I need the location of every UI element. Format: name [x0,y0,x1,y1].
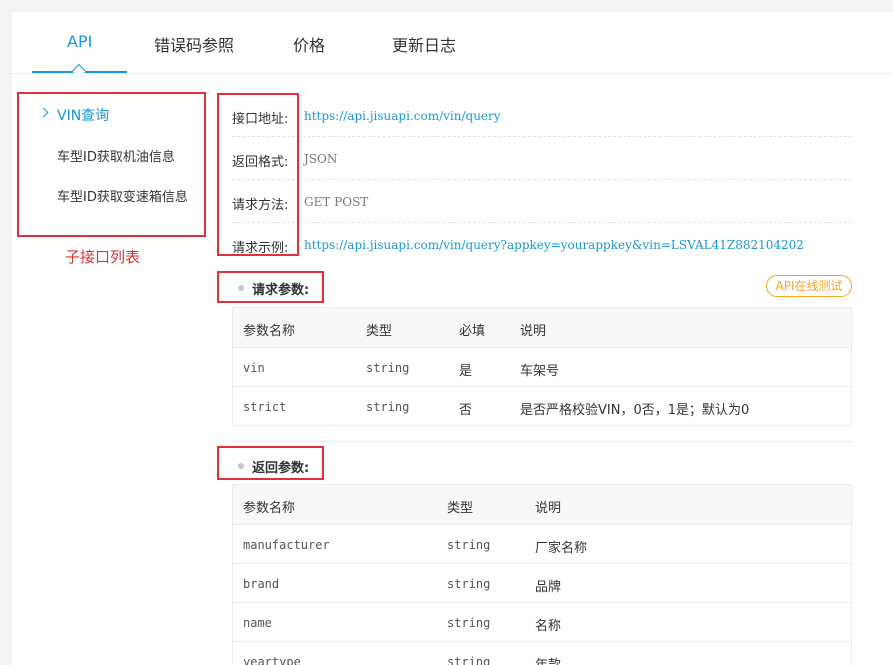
param-type: string [447,538,491,552]
api-online-test-button[interactable]: API在线测试 [766,275,852,297]
format-value: JSON [304,152,338,166]
param-type: string [447,616,491,630]
header-cell: 参数名称 [243,324,296,339]
header-cell: 必填 [459,324,486,339]
param-type: string [366,361,410,375]
tab-pricing[interactable]: 价格 [293,32,325,56]
param-name: brand [243,577,280,591]
param-type: string [366,400,410,414]
table-row: yeartype string 年款 [233,641,851,665]
param-name: strict [243,400,287,414]
response-params-annotation-box [217,446,324,480]
table-row: manufacturer string 厂家名称 [233,524,851,563]
divider [232,136,852,137]
param-type: string [447,577,491,591]
param-required: 是 [459,364,473,379]
tab-changelog[interactable]: 更新日志 [392,32,456,56]
tab-error-codes[interactable]: 错误码参照 [154,32,234,56]
divider [232,179,852,180]
table-row: vin string 是 车架号 [233,347,851,386]
header-cell: 类型 [366,324,393,339]
header-cell: 说明 [520,324,547,339]
info-labels-annotation-box [217,93,299,256]
param-description: 品牌 [535,580,562,595]
method-value: GET POST [304,195,369,209]
tab-bar: API 错误码参照 价格 更新日志 [12,12,893,79]
request-params-annotation-box [217,271,324,303]
param-description: 车架号 [520,364,560,379]
param-type: string [447,655,491,665]
param-description: 名称 [535,619,562,634]
param-description: 年款 [535,654,561,665]
header-cell: 说明 [535,501,562,516]
active-tab-caret-icon [71,63,87,79]
table-row: brand string 品牌 [233,563,851,602]
param-name: vin [243,361,265,375]
param-name: yeartype [243,655,301,665]
api-doc-card: API 错误码参照 价格 更新日志 VIN查询 车型ID获取机油信息 车型ID获… [12,12,893,665]
param-name: manufacturer [243,538,330,552]
request-params-table: 参数名称 类型 必填 说明 vin string 是 车架号 strict st… [232,307,852,426]
header-cell: 类型 [447,501,474,516]
param-description: 是否严格校验VIN，0否，1是；默认为0 [520,403,750,418]
sidebar-annotation-box [17,92,206,237]
param-required: 否 [459,403,473,418]
sidebar-annotation-label: 子接口列表 [65,248,141,266]
table-header-row: 参数名称 类型 必填 说明 [233,308,851,347]
param-name: name [243,616,272,630]
table-header-row: 参数名称 类型 说明 [233,485,851,524]
header-cell: 参数名称 [243,501,296,516]
tab-api[interactable]: API [67,32,92,51]
response-params-table: 参数名称 类型 说明 manufacturer string 厂家名称 bran… [232,484,852,665]
divider [232,222,852,223]
param-description: 厂家名称 [535,541,588,556]
endpoint-url[interactable]: https://api.jisuapi.com/vin/query [304,109,501,123]
table-row: strict string 否 是否严格校验VIN，0否，1是；默认为0 [233,386,851,425]
table-row: name string 名称 [233,602,851,641]
example-url[interactable]: https://api.jisuapi.com/vin/query?appkey… [304,238,804,252]
section-divider [232,441,852,442]
